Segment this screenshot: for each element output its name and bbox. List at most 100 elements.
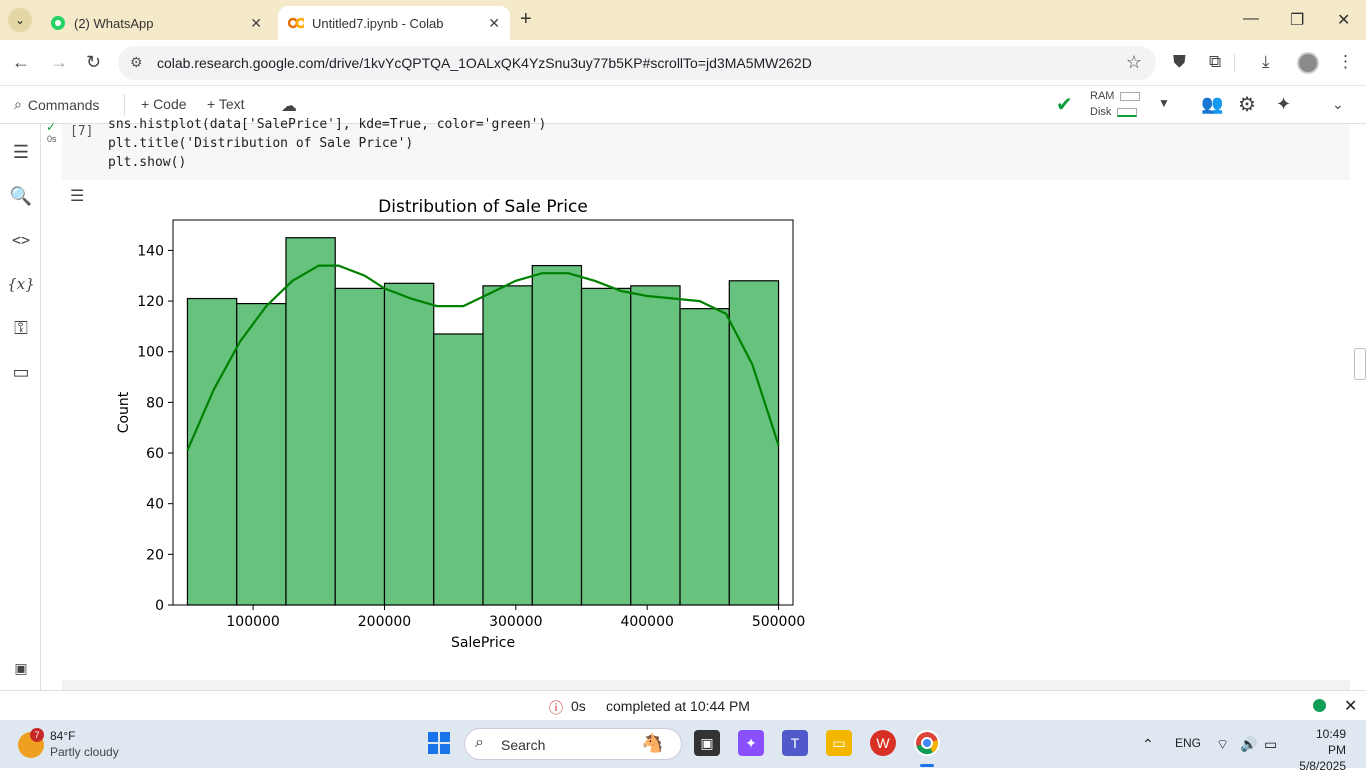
table-of-contents-icon[interactable]: ☰ <box>9 140 33 164</box>
settings-gear-icon[interactable]: ⚙ <box>1238 92 1256 117</box>
scrollbar-thumb[interactable] <box>1354 348 1366 380</box>
find-replace-icon[interactable]: 🔍 <box>9 184 33 208</box>
back-icon[interactable]: ← <box>12 52 30 73</box>
more-menu-icon[interactable]: ⋮ <box>1337 52 1354 72</box>
histogram-chart: 100000 200000 300000 400000 500000 0 20 40 60 80 1… <box>116 197 805 651</box>
runtime-dropdown-icon[interactable]: ▼ <box>1158 96 1170 110</box>
y-tick-label: 0 <box>155 598 164 614</box>
commands-button[interactable]: ⌕ Commands <box>14 96 99 113</box>
taskbar-clock[interactable]: 10:49 PM 5/8/2025 <box>1296 726 1346 774</box>
variables-icon[interactable]: {x} <box>7 272 35 296</box>
weather-widget[interactable]: 7 84°F Partly cloudy <box>16 728 136 762</box>
chart-title: Distribution of Sale Price <box>378 197 588 217</box>
collapse-chevron-icon[interactable]: ⌄ <box>1332 96 1344 113</box>
bookmark-star-icon[interactable]: ☆ <box>1126 52 1142 73</box>
commands-label: Commands <box>27 96 100 113</box>
histogram-bar <box>236 302 287 606</box>
windows-start-icon[interactable] <box>426 730 452 756</box>
files-folder-icon[interactable]: ▭ <box>9 360 33 384</box>
disk-label: Disk <box>1090 106 1112 118</box>
secrets-key-icon[interactable]: ⚿ <box>9 316 33 340</box>
wifi-icon[interactable]: ⌔ <box>1216 736 1229 754</box>
profile-avatar[interactable] <box>1297 52 1319 74</box>
tray-chevron-icon[interactable]: ⌃ <box>1142 736 1154 753</box>
next-cell-edge <box>62 680 1350 690</box>
close-window-icon[interactable]: ✕ <box>1337 10 1350 30</box>
colab-icon <box>288 15 304 31</box>
histogram-output: 100000 200000 300000 400000 500000 0 20 40 60 80 1… <box>105 188 805 658</box>
disk-bar <box>1117 107 1138 117</box>
new-tab-button[interactable]: + <box>520 8 532 31</box>
url-text[interactable]: colab.research.google.com/drive/1kvYcQPT… <box>157 55 812 71</box>
weather-badge: 7 <box>30 728 44 742</box>
x-tick-label: 100000 <box>226 614 279 630</box>
x-axis-label: SalePrice <box>451 635 515 651</box>
code-cell[interactable]: [7] sns.histplot(data['SalePrice'], kde=… <box>62 117 1350 180</box>
add-text-button[interactable]: + Text <box>207 96 245 112</box>
reload-icon[interactable]: ↻ <box>86 52 101 73</box>
shield-extension-icon[interactable]: ⛊ <box>1173 52 1186 72</box>
y-tick-label: 120 <box>137 294 164 310</box>
histogram-bar <box>679 308 730 606</box>
status-message: completed at 10:44 PM <box>606 698 750 714</box>
restore-icon[interactable]: ❐ <box>1290 10 1304 30</box>
chrome-icon[interactable] <box>914 730 940 756</box>
volume-icon[interactable]: 🔊 <box>1240 736 1257 753</box>
output-toggle-icon[interactable]: ☰ <box>70 186 84 206</box>
wps-office-icon[interactable]: W <box>870 730 896 756</box>
download-icon[interactable]: ⤓ <box>1262 52 1270 72</box>
y-tick-label: 60 <box>146 446 164 462</box>
histogram-bar <box>186 297 238 606</box>
terminal-icon[interactable]: ▣ <box>9 656 33 680</box>
add-code-button[interactable]: + Code <box>141 96 187 112</box>
tab-search-button[interactable]: ⌄ <box>8 8 32 32</box>
code-line-1[interactable]: sns.histplot(data['SalePrice'], kde=True… <box>108 115 546 134</box>
teams-icon[interactable]: T <box>782 730 808 756</box>
y-tick-label: 80 <box>146 395 164 411</box>
code-line-2[interactable]: plt.title('Distribution of Sale Price') <box>108 134 413 153</box>
tab-title: (2) WhatsApp <box>74 15 154 31</box>
gemini-sparkle-icon[interactable]: ✦ <box>1276 94 1291 115</box>
status-duration: 0s <box>571 698 586 714</box>
url-omnibox[interactable]: ⚙ colab.research.google.com/drive/1kvYcQ… <box>118 46 1156 80</box>
search-icon: ⌕ <box>475 734 484 751</box>
extensions-icon[interactable]: ⧉ <box>1209 52 1221 72</box>
search-icon: ⌕ <box>14 96 22 112</box>
y-axis-label: Count <box>116 391 132 433</box>
minimize-icon[interactable]: — <box>1243 10 1259 28</box>
ram-disk-indicator[interactable]: RAM Disk <box>1090 88 1141 120</box>
toolbar-divider <box>1234 54 1235 72</box>
site-info-icon[interactable]: ⚙ <box>130 54 143 71</box>
connection-status-dot <box>1313 699 1326 712</box>
y-tick-label: 40 <box>146 497 164 513</box>
ram-label: RAM <box>1090 90 1115 102</box>
status-warning-icon[interactable]: ⓘ <box>549 698 563 718</box>
file-explorer-icon[interactable]: ▭ <box>826 730 852 756</box>
tab-whatsapp[interactable]: (2) WhatsApp ✕ <box>40 6 272 40</box>
whatsapp-icon <box>50 15 66 31</box>
connected-check-icon: ✔ <box>1056 94 1073 116</box>
browser-tab-bar: ⌄ (2) WhatsApp ✕ Untitled7.ipynb - Colab… <box>0 0 1366 40</box>
battery-icon[interactable]: ▭ <box>1264 736 1277 753</box>
y-tick-label: 140 <box>137 243 164 259</box>
taskbar-search[interactable]: ⌕ Search 🐴 <box>464 728 682 760</box>
tab-colab[interactable]: Untitled7.ipynb - Colab ✕ <box>278 6 510 40</box>
close-tab-icon[interactable]: ✕ <box>250 15 262 32</box>
code-line-3[interactable]: plt.show() <box>108 153 186 172</box>
code-snippets-icon[interactable]: <> <box>9 228 33 252</box>
close-status-icon[interactable]: ✕ <box>1344 696 1357 716</box>
task-view-icon[interactable]: ▣ <box>694 730 720 756</box>
save-to-drive-cloud-icon[interactable]: ☁ <box>281 96 297 116</box>
share-people-icon[interactable]: 👥 <box>1201 94 1223 115</box>
left-sidebar: ☰ 🔍 <> {x} ⚿ ▭ ▣ <box>0 124 41 690</box>
forward-icon[interactable]: → <box>50 52 68 73</box>
histogram-bar <box>630 285 681 606</box>
close-tab-icon[interactable]: ✕ <box>488 15 500 32</box>
taskbar-search-label: Search <box>501 737 546 753</box>
language-indicator[interactable]: ENG <box>1175 736 1201 750</box>
copilot-icon[interactable]: ✦ <box>738 730 764 756</box>
weather-desc: Partly cloudy <box>50 745 119 759</box>
y-tick-label: 20 <box>146 547 164 563</box>
y-tick-label: 100 <box>137 345 164 361</box>
execution-count: [7] <box>70 124 94 139</box>
